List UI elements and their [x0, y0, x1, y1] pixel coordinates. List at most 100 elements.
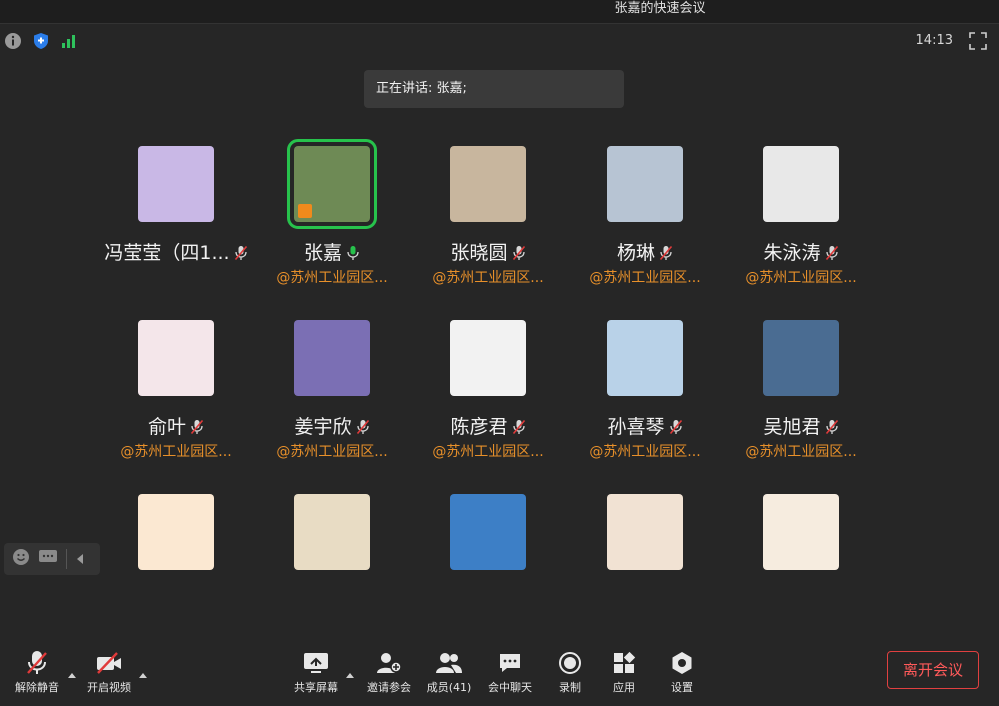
participant-name-line: 冯莹莹（四1...	[101, 238, 251, 265]
participant-tile[interactable]: 杨琳 @苏州工业园区...	[570, 146, 720, 287]
avatar	[607, 146, 683, 222]
participant-tile[interactable]: 冯莹莹（四1...	[101, 146, 251, 265]
invite-button[interactable]: 邀请参会	[357, 650, 421, 695]
participant-name: 吴旭君	[763, 416, 821, 438]
bottom-toolbar: 解除静音 开启视频 共享屏幕 邀请参会 成员(41) 会中聊天 录制 应用 设置	[0, 636, 999, 706]
members-icon	[417, 650, 481, 676]
unmute-label: 解除静音	[15, 681, 59, 694]
participant-tile[interactable]: 吴旭君 @苏州工业园区...	[726, 320, 876, 461]
add-user-icon	[357, 650, 421, 676]
participant-name: 张嘉	[303, 242, 342, 264]
participant-name-line: 陈彦君	[413, 412, 563, 439]
participant-tile[interactable]: 姜宇欣 @苏州工业园区...	[257, 320, 407, 461]
participant-tile[interactable]: 孙喜琴 @苏州工业园区...	[570, 320, 720, 461]
mic-muted-icon	[669, 418, 683, 434]
mic-muted-icon	[659, 244, 673, 260]
participant-name: 俞叶	[147, 416, 186, 438]
leave-meeting-button[interactable]: 离开会议	[887, 651, 979, 689]
participant-name-line: 张晓圆	[413, 238, 563, 265]
apps-icon	[592, 650, 656, 676]
mic-options-caret[interactable]	[67, 664, 77, 678]
screen-share-badge-icon	[298, 204, 312, 218]
settings-button[interactable]: 设置	[650, 650, 714, 695]
participant-name: 姜宇欣	[294, 416, 352, 438]
participant-tile[interactable]	[101, 494, 251, 570]
avatar	[450, 146, 526, 222]
participant-name: 陈彦君	[450, 416, 508, 438]
apps-label: 应用	[613, 681, 635, 694]
chat-button[interactable]: 会中聊天	[478, 650, 542, 695]
mic-muted-icon	[234, 244, 248, 260]
unmute-button[interactable]: 解除静音	[5, 650, 69, 695]
participant-name: 张晓圆	[450, 242, 508, 264]
participant-org: @苏州工业园区...	[589, 270, 701, 286]
participant-name: 冯莹莹（四1...	[104, 242, 230, 264]
mic-muted-icon	[356, 418, 370, 434]
avatar	[763, 146, 839, 222]
participant-org: @苏州工业园区...	[745, 270, 857, 286]
share-options-caret[interactable]	[345, 664, 355, 678]
start-video-button[interactable]: 开启视频	[77, 650, 141, 695]
settings-label: 设置	[671, 681, 693, 694]
status-icons	[4, 32, 78, 50]
participant-tile[interactable]: 朱泳涛 @苏州工业园区...	[726, 146, 876, 287]
participant-tile[interactable]	[257, 494, 407, 570]
participant-org: @苏州工业园区...	[432, 444, 544, 460]
participant-name-line: 张嘉	[257, 238, 407, 265]
participant-tile[interactable]: 张晓圆 @苏州工业园区...	[413, 146, 563, 287]
emoji-icon[interactable]	[12, 548, 30, 570]
members-label: 成员(41)	[426, 681, 472, 694]
shield-icon[interactable]	[32, 32, 50, 50]
participant-name-line: 孙喜琴	[570, 412, 720, 439]
participant-name-line: 朱泳涛	[726, 238, 876, 265]
fullscreen-icon[interactable]	[969, 32, 987, 50]
participant-name-line: 俞叶	[101, 412, 251, 439]
collapse-icon[interactable]	[75, 550, 85, 569]
reaction-panel	[4, 543, 100, 575]
chat-label: 会中聊天	[488, 681, 532, 694]
title-bar: 张嘉的快速会议	[0, 0, 999, 24]
mic-muted-icon	[190, 418, 204, 434]
participant-org: @苏州工业园区...	[276, 444, 388, 460]
participant-name: 朱泳涛	[763, 242, 821, 264]
participant-tile[interactable]	[413, 494, 563, 570]
speaker-banner: 正在讲话: 张嘉;	[364, 70, 624, 108]
clock: 14:13	[915, 33, 953, 48]
participant-org: @苏州工业园区...	[589, 444, 701, 460]
participant-tile[interactable]: 张嘉 @苏州工业园区...	[257, 139, 407, 287]
participant-name-line: 吴旭君	[726, 412, 876, 439]
avatar	[607, 320, 683, 396]
share-screen-icon	[284, 650, 348, 676]
mic-off-icon	[5, 650, 69, 676]
avatar	[138, 146, 214, 222]
mic-muted-icon	[512, 244, 526, 260]
info-icon[interactable]	[4, 32, 22, 50]
start-video-label: 开启视频	[87, 681, 131, 694]
signal-icon[interactable]	[60, 32, 78, 50]
mic-muted-icon	[825, 244, 839, 260]
members-button[interactable]: 成员(41)	[417, 650, 481, 695]
participant-tile[interactable]: 俞叶 @苏州工业园区...	[101, 320, 251, 461]
avatar	[138, 494, 214, 570]
participant-org: @苏州工业园区...	[432, 270, 544, 286]
mic-muted-icon	[512, 418, 526, 434]
participant-tile[interactable]: 陈彦君 @苏州工业园区...	[413, 320, 563, 461]
participant-tile[interactable]	[570, 494, 720, 570]
avatar	[763, 320, 839, 396]
participant-tile[interactable]	[726, 494, 876, 570]
apps-button[interactable]: 应用	[592, 650, 656, 695]
video-options-caret[interactable]	[138, 664, 148, 678]
share-screen-label: 共享屏幕	[294, 681, 338, 694]
avatar	[138, 320, 214, 396]
mic-on-icon	[346, 244, 360, 260]
divider	[66, 549, 67, 569]
participant-name-line: 姜宇欣	[257, 412, 407, 439]
avatar	[607, 494, 683, 570]
share-screen-button[interactable]: 共享屏幕	[284, 650, 348, 695]
avatar	[294, 320, 370, 396]
invite-label: 邀请参会	[367, 681, 411, 694]
participant-org: @苏州工业园区...	[745, 444, 857, 460]
video-off-icon	[77, 650, 141, 676]
chat-bubble-icon[interactable]	[38, 548, 58, 570]
window-title: 张嘉的快速会议	[614, 1, 706, 16]
